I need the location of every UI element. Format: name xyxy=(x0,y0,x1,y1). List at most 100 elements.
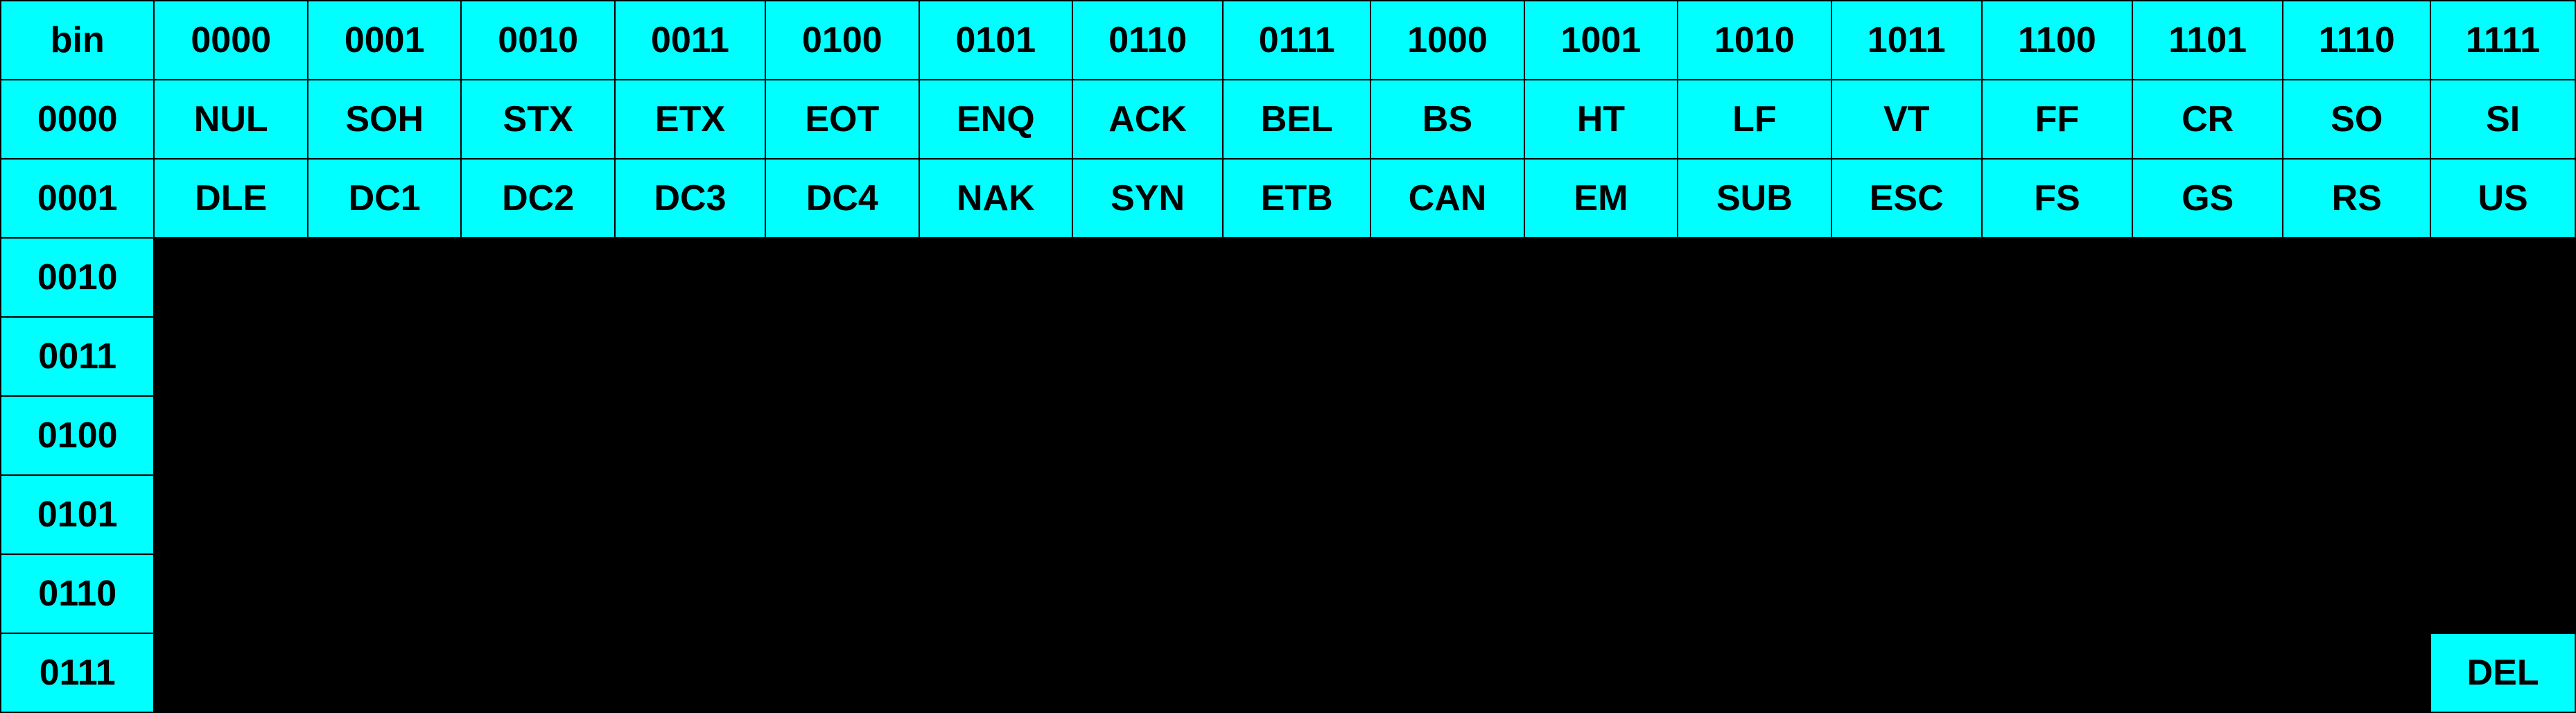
cell-0110-7 xyxy=(1223,554,1370,633)
cell-0000-5: ENQ xyxy=(919,80,1072,159)
cell-0000-7: BEL xyxy=(1223,80,1370,159)
cell-0101-10 xyxy=(1678,475,1831,554)
row-header-0001: 0001 xyxy=(1,159,154,238)
cell-0110-5 xyxy=(919,554,1072,633)
cell-0110-1 xyxy=(308,554,461,633)
row-header-0111: 0111 xyxy=(1,633,154,712)
cell-0001-7: ETB xyxy=(1223,159,1370,238)
cell-0110-15 xyxy=(2430,554,2575,633)
cell-0000-6: ACK xyxy=(1072,80,1223,159)
cell-0000-9: HT xyxy=(1524,80,1678,159)
cell-0010-2 xyxy=(461,238,614,317)
cell-0110-3 xyxy=(615,554,765,633)
cell-0100-2 xyxy=(461,396,614,475)
col-header-0100: 0100 xyxy=(765,1,919,80)
cell-0101-7 xyxy=(1223,475,1370,554)
row-header-0010: 0010 xyxy=(1,238,154,317)
cell-0101-1 xyxy=(308,475,461,554)
table-row-0100: 0100 xyxy=(1,396,2575,475)
cell-0100-1 xyxy=(308,396,461,475)
cell-0000-4: EOT xyxy=(765,80,919,159)
cell-0011-3 xyxy=(615,317,765,396)
row-header-0000: 0000 xyxy=(1,80,154,159)
cell-0100-13 xyxy=(2132,396,2283,475)
cell-0001-0: DLE xyxy=(154,159,307,238)
cell-0010-8 xyxy=(1370,238,1524,317)
cell-0000-1: SOH xyxy=(308,80,461,159)
cell-0111-3 xyxy=(615,633,765,712)
table-row-0110: 0110 xyxy=(1,554,2575,633)
cell-0101-6 xyxy=(1072,475,1223,554)
cell-0011-7 xyxy=(1223,317,1370,396)
cell-0111-2 xyxy=(461,633,614,712)
table-row-0010: 0010 xyxy=(1,238,2575,317)
cell-0100-10 xyxy=(1678,396,1831,475)
cell-0001-2: DC2 xyxy=(461,159,614,238)
col-header-0011: 0011 xyxy=(615,1,765,80)
cell-0001-10: SUB xyxy=(1678,159,1831,238)
cell-0111-4 xyxy=(765,633,919,712)
col-header-1001: 1001 xyxy=(1524,1,1678,80)
ascii-table: bin0000000100100011010001010110011110001… xyxy=(0,0,2576,713)
cell-0001-1: DC1 xyxy=(308,159,461,238)
cell-0111-10 xyxy=(1678,633,1831,712)
cell-0001-3: DC3 xyxy=(615,159,765,238)
cell-0000-8: BS xyxy=(1370,80,1524,159)
cell-0010-11 xyxy=(1831,238,1982,317)
cell-0011-10 xyxy=(1678,317,1831,396)
cell-0100-3 xyxy=(615,396,765,475)
table-row-0011: 0011 xyxy=(1,317,2575,396)
cell-0110-9 xyxy=(1524,554,1678,633)
cell-0101-2 xyxy=(461,475,614,554)
cell-0110-12 xyxy=(1982,554,2132,633)
cell-0101-13 xyxy=(2132,475,2283,554)
cell-0111-8 xyxy=(1370,633,1524,712)
row-header-0110: 0110 xyxy=(1,554,154,633)
cell-0110-11 xyxy=(1831,554,1982,633)
row-header-0100: 0100 xyxy=(1,396,154,475)
cell-0100-5 xyxy=(919,396,1072,475)
col-header-0010: 0010 xyxy=(461,1,614,80)
cell-0001-9: EM xyxy=(1524,159,1678,238)
cell-0011-15 xyxy=(2430,317,2575,396)
cell-0101-15 xyxy=(2430,475,2575,554)
cell-0100-7 xyxy=(1223,396,1370,475)
col-header-0111: 0111 xyxy=(1223,1,1370,80)
col-header-0001: 0001 xyxy=(308,1,461,80)
cell-0100-6 xyxy=(1072,396,1223,475)
cell-0111-11 xyxy=(1831,633,1982,712)
cell-0010-15 xyxy=(2430,238,2575,317)
cell-0111-1 xyxy=(308,633,461,712)
cell-0110-10 xyxy=(1678,554,1831,633)
row-header-0101: 0101 xyxy=(1,475,154,554)
cell-0101-5 xyxy=(919,475,1072,554)
cell-0001-15: US xyxy=(2430,159,2575,238)
cell-0011-12 xyxy=(1982,317,2132,396)
cell-0010-3 xyxy=(615,238,765,317)
cell-0000-10: LF xyxy=(1678,80,1831,159)
cell-0011-14 xyxy=(2283,317,2430,396)
cell-0111-5 xyxy=(919,633,1072,712)
cell-0010-13 xyxy=(2132,238,2283,317)
col-header-0000: 0000 xyxy=(154,1,307,80)
cell-0000-3: ETX xyxy=(615,80,765,159)
cell-0000-13: CR xyxy=(2132,80,2283,159)
cell-0001-11: ESC xyxy=(1831,159,1982,238)
cell-0101-8 xyxy=(1370,475,1524,554)
table-row-0101: 0101 xyxy=(1,475,2575,554)
cell-0011-0 xyxy=(154,317,307,396)
cell-0001-12: FS xyxy=(1982,159,2132,238)
table-row-0001: 0001DLEDC1DC2DC3DC4NAKSYNETBCANEMSUBESCF… xyxy=(1,159,2575,238)
cell-0110-14 xyxy=(2283,554,2430,633)
cell-0101-3 xyxy=(615,475,765,554)
row-header-0011: 0011 xyxy=(1,317,154,396)
cell-0010-9 xyxy=(1524,238,1678,317)
cell-0110-0 xyxy=(154,554,307,633)
cell-0010-0 xyxy=(154,238,307,317)
cell-0010-12 xyxy=(1982,238,2132,317)
bin-header: bin xyxy=(1,1,154,80)
col-header-1101: 1101 xyxy=(2132,1,2283,80)
cell-0101-0 xyxy=(154,475,307,554)
cell-0111-13 xyxy=(2132,633,2283,712)
cell-0101-14 xyxy=(2283,475,2430,554)
